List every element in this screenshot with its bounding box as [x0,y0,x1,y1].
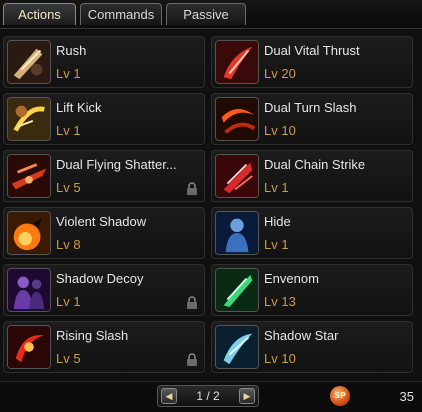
skill-name: Envenom [264,271,319,286]
skill-level: Lv 10 [264,123,296,138]
skill-slot-envenom[interactable]: Envenom Lv 13 [211,264,413,316]
skill-name: Violent Shadow [56,214,147,229]
skill-slot-lift-kick[interactable]: Lift Kick Lv 1 [3,93,205,145]
lock-icon [187,353,197,366]
tab-passive[interactable]: Passive [166,3,246,25]
envenom-icon[interactable] [215,268,259,312]
skill-level: Lv 1 [56,294,81,309]
skill-name: Lift Kick [56,100,102,115]
skill-points-icon: SP [330,386,350,406]
skill-panel: Rush Lv 1 Dual Vital Thrust Lv 20 Lift K… [0,30,422,411]
skill-level: Lv 5 [56,351,81,366]
dual-vital-thrust-icon[interactable] [215,40,259,84]
skill-name: Dual Vital Thrust [264,43,360,58]
skill-name: Dual Turn Slash [264,100,357,115]
pager: ◀ 1 / 2 ▶ [157,385,259,407]
shadow-star-icon[interactable] [215,325,259,369]
skill-name: Hide [264,214,291,229]
skill-points-value: 35 [399,389,414,404]
lock-icon [187,296,197,309]
lift-kick-icon[interactable] [7,97,51,141]
skill-name: Shadow Star [264,328,339,343]
skill-slot-dual-chain-strike[interactable]: Dual Chain Strike Lv 1 [211,150,413,202]
tab-commands[interactable]: Commands [80,3,162,25]
skill-name: Dual Flying Shatter... [56,157,177,172]
skill-name: Rush [56,43,87,58]
rush-icon[interactable] [7,40,51,84]
skill-level: Lv 1 [56,66,81,81]
skill-level: Lv 1 [264,180,289,195]
tab-actions[interactable]: Actions [3,3,76,25]
skill-level: Lv 8 [56,237,81,252]
shadow-decoy-icon[interactable] [7,268,51,312]
hide-icon[interactable] [215,211,259,255]
skill-name: Shadow Decoy [56,271,144,286]
dual-flying-shatter-icon[interactable] [7,154,51,198]
skill-slot-violent-shadow[interactable]: Violent Shadow Lv 8 [3,207,205,259]
skill-name: Rising Slash [56,328,129,343]
skill-level: Lv 5 [56,180,81,195]
dual-chain-strike-icon[interactable] [215,154,259,198]
lock-icon [187,182,197,195]
page-indicator: 1 / 2 [196,389,220,403]
violent-shadow-icon[interactable] [7,211,51,255]
skill-slot-rush[interactable]: Rush Lv 1 [3,36,205,88]
skill-slot-dual-turn-slash[interactable]: Dual Turn Slash Lv 10 [211,93,413,145]
skill-slot-shadow-star[interactable]: Shadow Star Lv 10 [211,321,413,373]
prev-arrow-icon[interactable]: ◀ [161,388,177,404]
skill-level: Lv 20 [264,66,296,81]
skill-level: Lv 1 [264,237,289,252]
skill-slot-dual-flying-shatter[interactable]: Dual Flying Shatter... Lv 5 [3,150,205,202]
tab-bar: Actions Commands Passive [0,0,422,29]
dual-turn-slash-icon[interactable] [215,97,259,141]
skill-level: Lv 10 [264,351,296,366]
next-arrow-icon[interactable]: ▶ [239,388,255,404]
skill-name: Dual Chain Strike [264,157,366,172]
skill-slot-hide[interactable]: Hide Lv 1 [211,207,413,259]
skill-slot-shadow-decoy[interactable]: Shadow Decoy Lv 1 [3,264,205,316]
skill-level: Lv 1 [56,123,81,138]
skill-slot-rising-slash[interactable]: Rising Slash Lv 5 [3,321,205,373]
rising-slash-icon[interactable] [7,325,51,369]
skill-slot-dual-vital-thrust[interactable]: Dual Vital Thrust Lv 20 [211,36,413,88]
footer-bar: ◀ 1 / 2 ▶ SP 35 [0,381,422,412]
skill-level: Lv 13 [264,294,296,309]
